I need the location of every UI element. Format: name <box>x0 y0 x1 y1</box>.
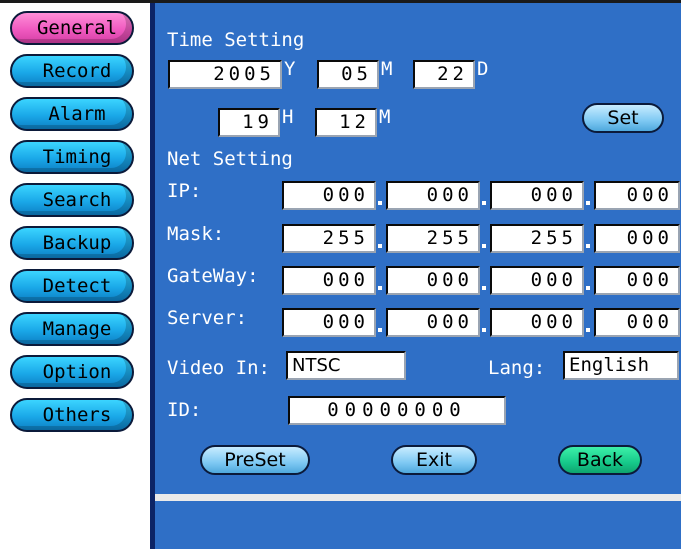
back-button[interactable]: Back <box>558 445 642 475</box>
gateway-octet-4[interactable]: 000 <box>594 266 680 295</box>
ip-dot <box>586 201 590 205</box>
status-separator <box>155 494 681 501</box>
nav-general-button[interactable]: General <box>10 11 134 45</box>
ip-label: IP: <box>167 180 202 202</box>
nav-search-button[interactable]: Search <box>10 183 134 217</box>
server-octet-3[interactable]: 000 <box>490 308 584 337</box>
server-octet-1[interactable]: 000 <box>282 308 376 337</box>
nav-others-button[interactable]: Others <box>10 398 134 432</box>
gateway-label: GateWay: <box>167 265 259 287</box>
ip-dot <box>378 201 382 205</box>
nav-manage-button[interactable]: Manage <box>10 312 134 346</box>
ip-dot <box>482 201 486 205</box>
gateway-dot <box>378 286 382 290</box>
server-octet-2[interactable]: 000 <box>386 308 480 337</box>
mask-dot <box>378 244 382 248</box>
server-label: Server: <box>167 307 248 329</box>
gateway-dot <box>586 286 590 290</box>
minute-field[interactable]: 12 <box>315 108 377 137</box>
video-in-select[interactable]: NTSC <box>286 351 406 380</box>
lang-label: Lang: <box>488 357 546 379</box>
settings-panel: Time Setting 2005 Y 05 M 22 D 19 H 12 M … <box>150 3 681 549</box>
net-setting-title: Net Setting <box>167 148 293 170</box>
gateway-octet-2[interactable]: 000 <box>386 266 480 295</box>
nav-option-button[interactable]: Option <box>10 355 134 389</box>
time-setting-title: Time Setting <box>167 29 305 51</box>
sidebar: General Record Alarm Timing Search Backu… <box>0 3 150 549</box>
nav-detect-button[interactable]: Detect <box>10 269 134 303</box>
id-label: ID: <box>167 399 202 421</box>
exit-button[interactable]: Exit <box>391 445 477 475</box>
year-field[interactable]: 2005 <box>168 60 282 89</box>
ip-octet-2[interactable]: 000 <box>386 181 480 210</box>
year-unit-label: Y <box>284 58 296 80</box>
server-dot <box>378 328 382 332</box>
id-field[interactable]: 00000000 <box>288 396 506 425</box>
set-time-button[interactable]: Set <box>582 103 664 133</box>
day-unit-label: D <box>477 58 489 80</box>
gateway-dot <box>482 286 486 290</box>
hour-field[interactable]: 19 <box>218 108 280 137</box>
server-octet-4[interactable]: 000 <box>594 308 680 337</box>
mask-label: Mask: <box>167 223 225 245</box>
mask-dot <box>586 244 590 248</box>
preset-button[interactable]: PreSet <box>200 445 310 475</box>
mask-octet-2[interactable]: 255 <box>386 224 480 253</box>
mask-dot <box>482 244 486 248</box>
day-field[interactable]: 22 <box>413 60 475 89</box>
lang-select[interactable]: English <box>563 351 679 380</box>
nav-alarm-button[interactable]: Alarm <box>10 97 134 131</box>
server-dot <box>586 328 590 332</box>
hour-unit-label: H <box>282 106 294 128</box>
minute-unit-label: M <box>379 106 391 128</box>
ip-octet-4[interactable]: 000 <box>594 181 680 210</box>
video-in-label: Video In: <box>167 357 270 379</box>
nav-timing-button[interactable]: Timing <box>10 140 134 174</box>
ip-octet-3[interactable]: 000 <box>490 181 584 210</box>
mask-octet-1[interactable]: 255 <box>282 224 376 253</box>
month-field[interactable]: 05 <box>317 60 379 89</box>
month-unit-label: M <box>381 58 393 80</box>
ip-octet-1[interactable]: 000 <box>282 181 376 210</box>
mask-octet-4[interactable]: 000 <box>594 224 680 253</box>
nav-record-button[interactable]: Record <box>10 54 134 88</box>
mask-octet-3[interactable]: 255 <box>490 224 584 253</box>
gateway-octet-3[interactable]: 000 <box>490 266 584 295</box>
gateway-octet-1[interactable]: 000 <box>282 266 376 295</box>
server-dot <box>482 328 486 332</box>
nav-backup-button[interactable]: Backup <box>10 226 134 260</box>
